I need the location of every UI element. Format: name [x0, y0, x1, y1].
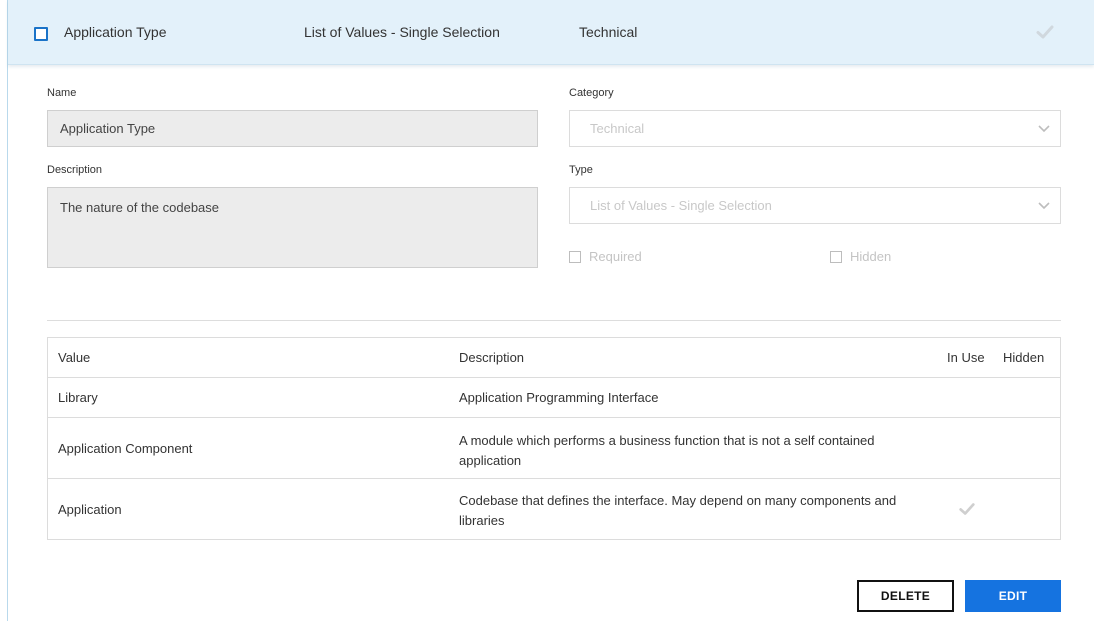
- table-row[interactable]: Application Codebase that defines the in…: [48, 479, 1060, 539]
- row-value: Library: [58, 390, 98, 405]
- attribute-header-row[interactable]: Application Type List of Values - Single…: [8, 0, 1094, 65]
- row-value: Application: [58, 502, 122, 517]
- col-header-description: Description: [459, 350, 525, 365]
- values-table: Value Description In Use Hidden Library …: [47, 337, 1061, 540]
- col-header-hidden: Hidden: [1003, 350, 1045, 365]
- delete-button[interactable]: DELETE: [857, 580, 954, 612]
- row-value: Application Component: [58, 441, 193, 456]
- row-description: A module which performs a business funct…: [459, 433, 875, 468]
- edit-button[interactable]: EDIT: [965, 580, 1061, 612]
- hidden-checkbox-box[interactable]: [830, 250, 842, 263]
- hidden-label: Hidden: [850, 249, 892, 264]
- chevron-down-icon: [1038, 202, 1050, 210]
- category-select-value: Technical: [590, 121, 645, 136]
- table-row[interactable]: Application Component A module which per…: [48, 418, 1060, 479]
- header-name: Application Type: [64, 24, 167, 40]
- category-select[interactable]: Technical: [569, 110, 1061, 147]
- checkmark-icon: [1036, 25, 1054, 39]
- table-header-row: Value Description In Use Hidden: [48, 338, 1060, 378]
- header-type: List of Values - Single Selection: [304, 24, 500, 40]
- required-checkbox-box[interactable]: [569, 250, 581, 263]
- description-label: Description: [47, 164, 103, 176]
- col-header-value: Value: [58, 350, 91, 365]
- table-row[interactable]: Library Application Programming Interfac…: [48, 378, 1060, 418]
- in-use-check-icon: [959, 503, 975, 515]
- row-select-checkbox[interactable]: [34, 27, 48, 41]
- category-label: Category: [569, 87, 614, 99]
- type-label: Type: [569, 164, 593, 176]
- chevron-down-icon: [1038, 125, 1050, 133]
- row-description: Codebase that defines the interface. May…: [459, 493, 897, 528]
- name-field[interactable]: Application Type: [47, 110, 538, 147]
- required-checkbox[interactable]: Required: [569, 249, 642, 264]
- required-label: Required: [589, 249, 642, 264]
- description-field[interactable]: The nature of the codebase: [47, 187, 538, 268]
- name-label: Name: [47, 87, 77, 99]
- col-header-in-use: In Use: [947, 350, 985, 365]
- hidden-checkbox[interactable]: Hidden: [830, 249, 891, 264]
- row-description: Application Programming Interface: [459, 390, 659, 405]
- type-select-value: List of Values - Single Selection: [590, 198, 772, 213]
- section-divider: [47, 320, 1061, 321]
- header-category: Technical: [579, 24, 638, 40]
- type-select[interactable]: List of Values - Single Selection: [569, 187, 1061, 224]
- left-border: [7, 0, 8, 621]
